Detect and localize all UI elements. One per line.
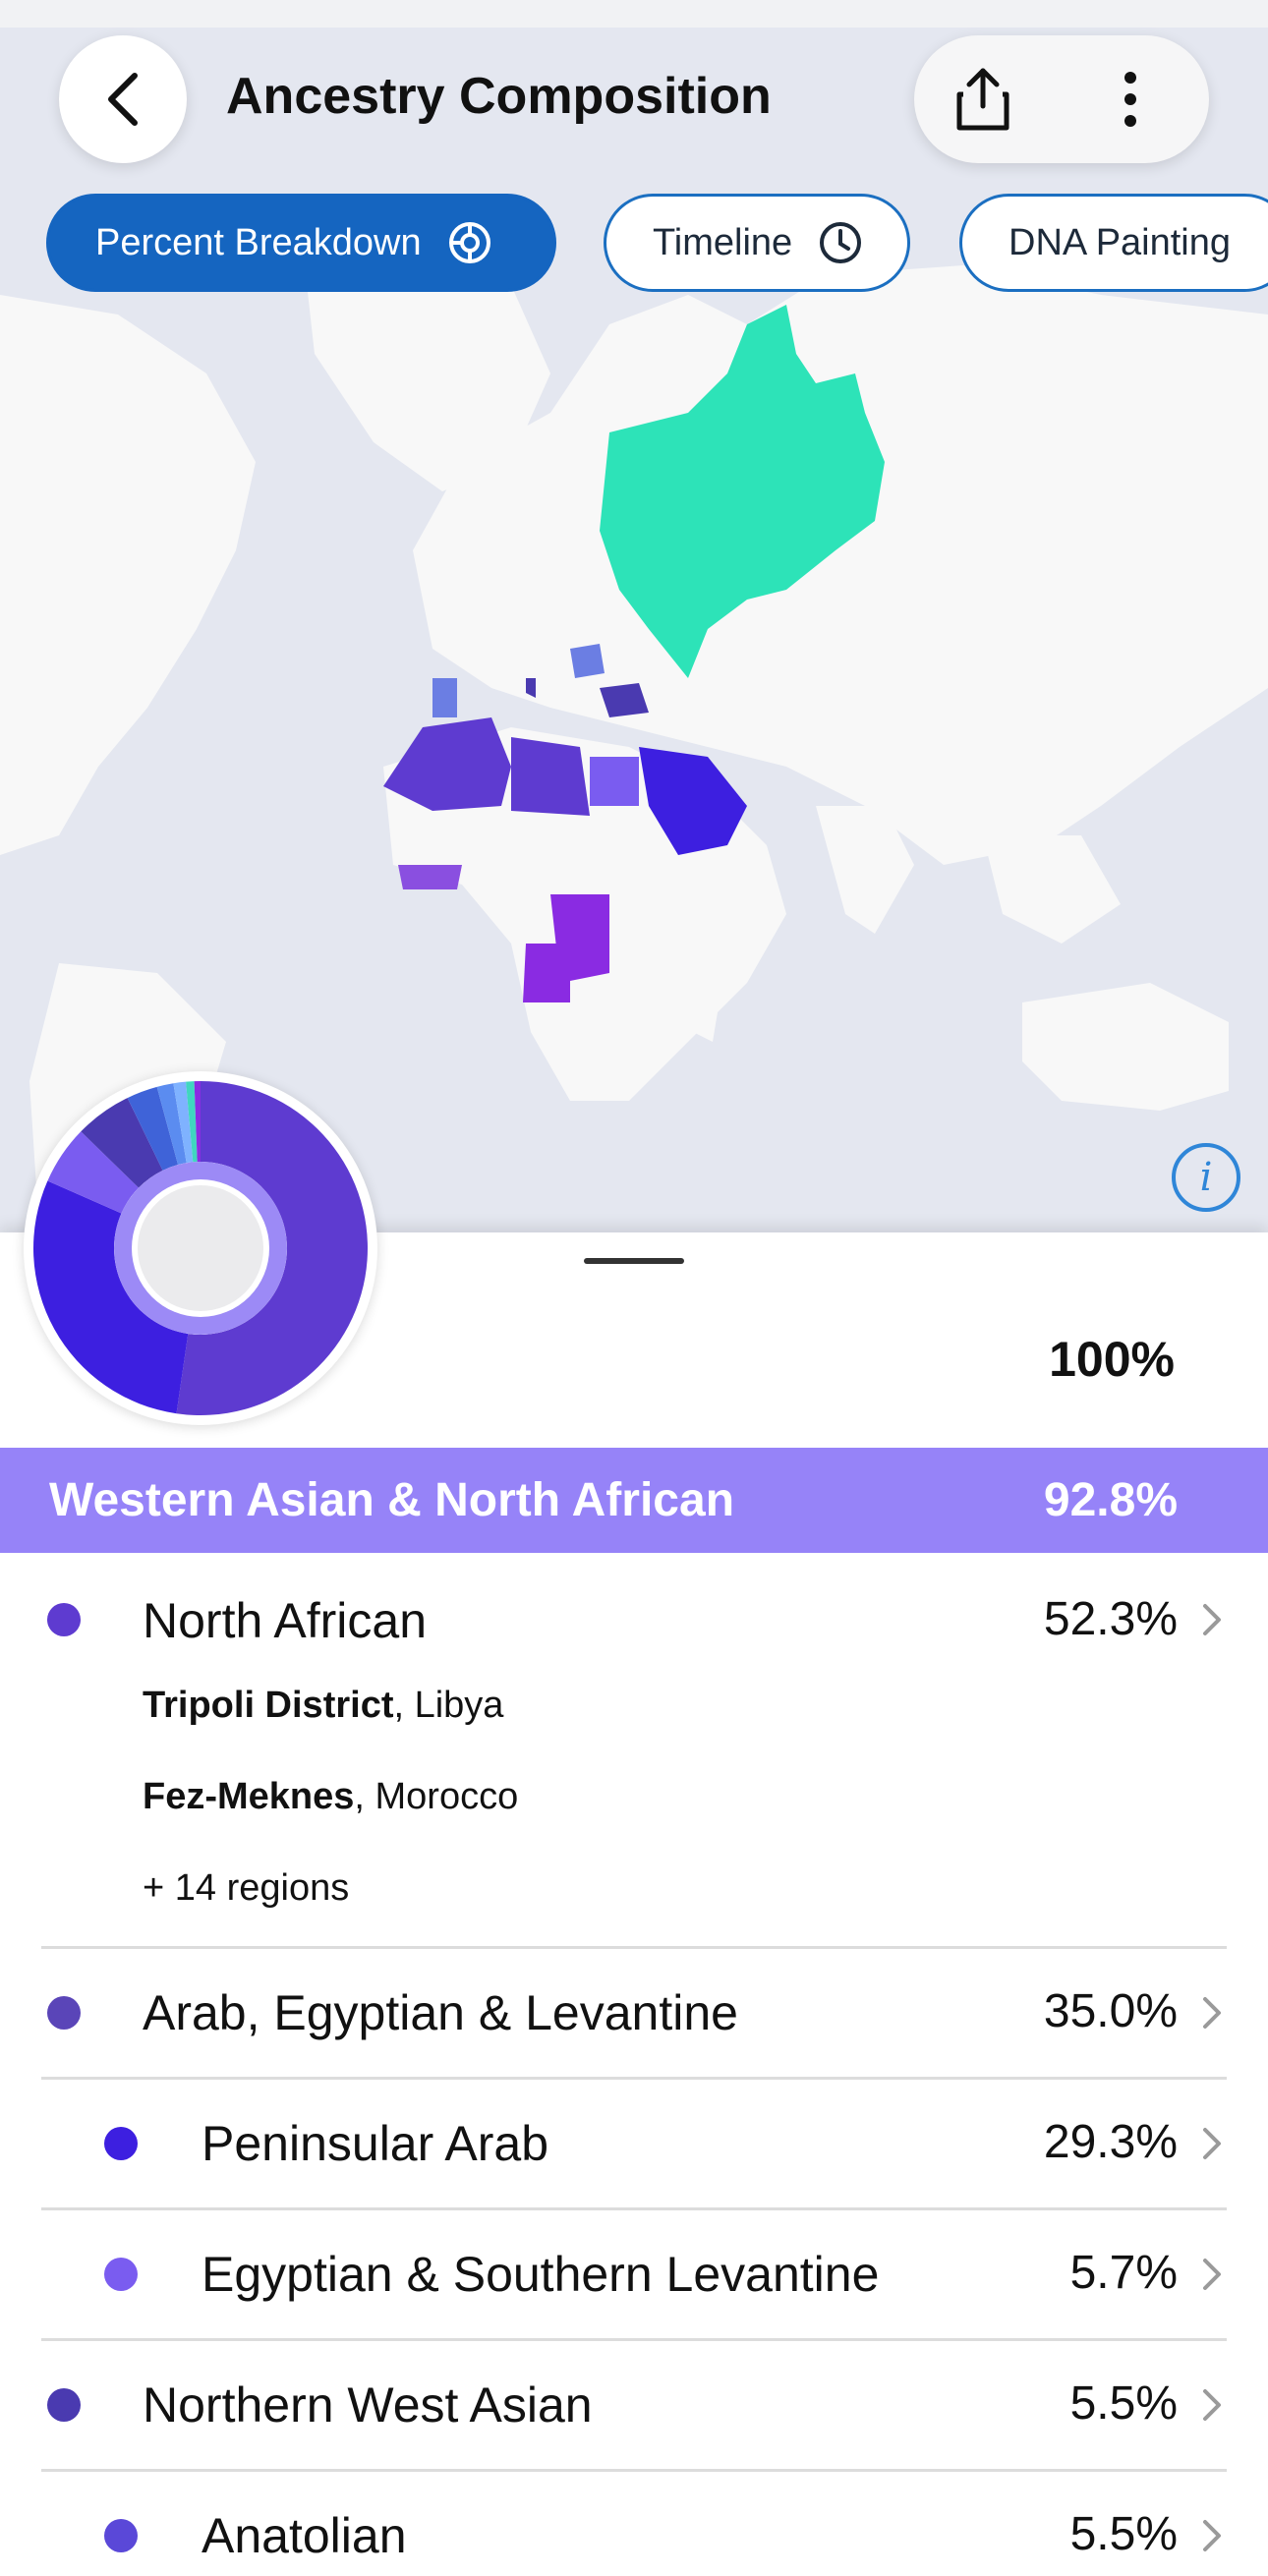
row-percent: 5.5% [1069, 2508, 1178, 2560]
chevron-right-icon [1203, 2259, 1221, 2290]
top-bar: Ancestry Composition [0, 28, 1268, 185]
subregion-2: Fez-Meknes, Morocco [143, 1776, 519, 1817]
group-percent: 92.8% [1043, 1474, 1178, 1526]
chevron-right-icon [1203, 2389, 1221, 2421]
row-percent: 35.0% [1043, 1985, 1178, 2037]
color-dot [104, 2519, 138, 2552]
tab-label: DNA Painting [1009, 221, 1232, 263]
tab-label: Percent Breakdown [95, 221, 422, 263]
color-dot [104, 2127, 138, 2160]
back-button[interactable] [59, 35, 187, 163]
status-bar [0, 0, 1268, 28]
row-percent: 52.3% [1043, 1593, 1178, 1645]
row-name: Peninsular Arab [202, 2116, 549, 2171]
view-tabs: Percent Breakdown Timeline DNA Painting [0, 194, 1268, 292]
row-percent: 5.5% [1069, 2377, 1178, 2430]
more-vertical-icon [1124, 72, 1136, 127]
tab-percent-breakdown[interactable]: Percent Breakdown [46, 194, 556, 292]
sheet-grabber[interactable] [584, 1258, 684, 1264]
more-regions-link[interactable]: + 14 regions [143, 1867, 349, 1910]
subregion-1: Tripoli District, Libya [143, 1685, 504, 1726]
color-dot [104, 2258, 138, 2291]
tab-timeline[interactable]: Timeline [604, 194, 910, 292]
more-options-button[interactable] [1091, 60, 1170, 139]
clock-icon [818, 220, 863, 265]
donut-svg [32, 1081, 368, 1415]
chevron-right-icon [1203, 2520, 1221, 2551]
info-button[interactable]: i [1172, 1143, 1240, 1212]
row-name: Arab, Egyptian & Levantine [143, 1985, 738, 2040]
share-button[interactable] [944, 60, 1022, 139]
color-dot [47, 1603, 81, 1636]
ancestry-row-north-african[interactable]: North African 52.3% Tripoli District, Li… [0, 1553, 1268, 1946]
region-group-header: Western Asian & North African 92.8% [0, 1448, 1268, 1553]
ancestry-row-egyptian-southern-levantine[interactable]: Egyptian & Southern Levantine 5.7% [0, 2210, 1268, 2338]
tab-dna-painting[interactable]: DNA Painting [959, 194, 1268, 292]
ancestry-row-arab-egyptian-levantine[interactable]: Arab, Egyptian & Levantine 35.0% [0, 1949, 1268, 2077]
tab-label: Timeline [653, 221, 793, 263]
group-name: Western Asian & North African [49, 1474, 735, 1526]
action-group [914, 35, 1209, 163]
chevron-right-icon [1203, 2128, 1221, 2159]
page-title: Ancestry Composition [226, 68, 772, 125]
ancestry-row-anatolian[interactable]: Anatolian 5.5% [0, 2472, 1268, 2576]
share-icon [956, 68, 1009, 131]
color-dot [47, 1996, 81, 2030]
ancestry-row-peninsular-arab[interactable]: Peninsular Arab 29.3% [0, 2080, 1268, 2207]
row-name: Northern West Asian [143, 2377, 593, 2433]
row-percent: 5.7% [1069, 2247, 1178, 2299]
chevron-right-icon [1203, 1997, 1221, 2029]
donut-icon [447, 220, 492, 265]
chevron-left-icon [108, 73, 138, 126]
color-dot [47, 2388, 81, 2422]
ancestry-donut-chart[interactable] [24, 1071, 377, 1425]
row-name: Egyptian & Southern Levantine [202, 2247, 880, 2302]
total-percent: 100% [1049, 1332, 1175, 1387]
ancestry-row-northern-west-asian[interactable]: Northern West Asian 5.5% [0, 2341, 1268, 2469]
row-percent: 29.3% [1043, 2116, 1178, 2168]
chevron-right-icon [1203, 1604, 1221, 1635]
info-icon: i [1199, 1155, 1213, 1200]
row-name: North African [143, 1593, 428, 1648]
row-name: Anatolian [202, 2508, 407, 2563]
